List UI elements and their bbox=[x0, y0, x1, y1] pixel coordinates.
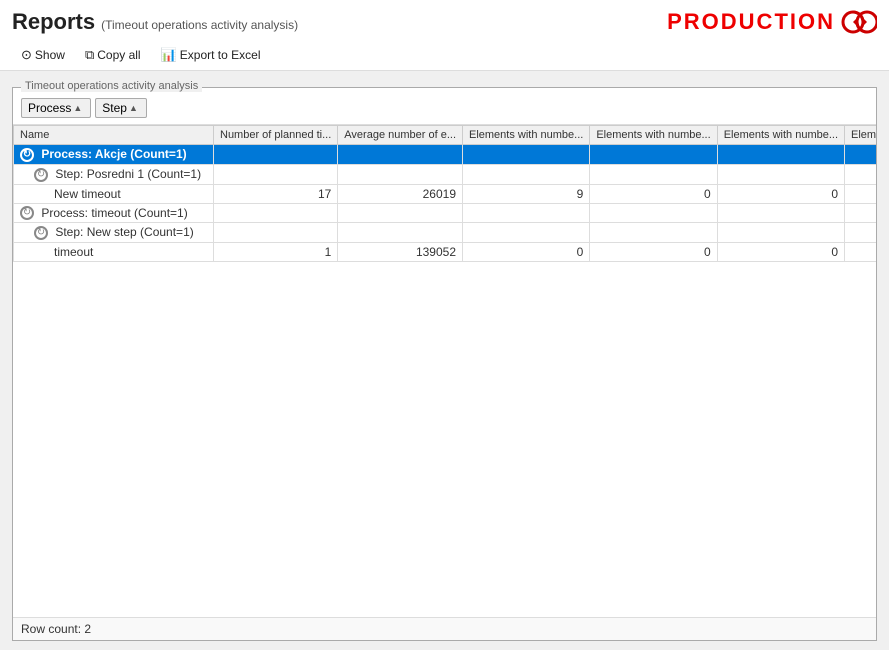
row-val1: 17 bbox=[214, 184, 338, 203]
row-val4 bbox=[590, 223, 717, 243]
row-val6 bbox=[845, 223, 876, 243]
row-val3 bbox=[463, 145, 590, 165]
row-val1 bbox=[214, 203, 338, 223]
row-name: ↻ Step: New step (Count=1) bbox=[14, 223, 214, 243]
header-left: Reports (Timeout operations activity ana… bbox=[12, 9, 298, 35]
export-label: Export to Excel bbox=[180, 48, 261, 62]
footer: Row count: 2 bbox=[13, 617, 876, 640]
row-val1 bbox=[214, 223, 338, 243]
row-val6: 8 bbox=[845, 184, 876, 203]
process-filter-arrow: ▲ bbox=[73, 103, 82, 113]
step-filter-button[interactable]: Step ▲ bbox=[95, 98, 147, 118]
row-name: ↻ Process: timeout (Count=1) bbox=[14, 203, 214, 223]
step-icon: ↻ bbox=[34, 168, 48, 182]
process2-icon: ↻ bbox=[20, 206, 34, 220]
row-val5 bbox=[717, 145, 844, 165]
row-val4 bbox=[590, 203, 717, 223]
export-button[interactable]: 📊 Export to Excel bbox=[152, 44, 270, 66]
col-elem4: Elements with number... bbox=[845, 126, 876, 145]
row-val4: 0 bbox=[590, 243, 717, 262]
row-val1 bbox=[214, 164, 338, 184]
table-row[interactable]: timeout 1 139052 0 0 0 1 bbox=[14, 243, 877, 262]
process-filter-button[interactable]: Process ▲ bbox=[21, 98, 91, 118]
process-icon: ↻ bbox=[20, 148, 34, 162]
row-val3: 0 bbox=[463, 243, 590, 262]
row-val5: 0 bbox=[717, 184, 844, 203]
row-name: New timeout bbox=[14, 184, 214, 203]
data-table: Name Number of planned ti... Average num… bbox=[13, 125, 876, 262]
show-icon: ⊙ bbox=[21, 47, 32, 63]
table-row[interactable]: ↻ Process: Akcje (Count=1) bbox=[14, 145, 877, 165]
row-val3 bbox=[463, 223, 590, 243]
row-val5 bbox=[717, 203, 844, 223]
row-val6 bbox=[845, 145, 876, 165]
row-val2: 139052 bbox=[338, 243, 463, 262]
table-row[interactable]: ↻ Process: timeout (Count=1) bbox=[14, 203, 877, 223]
row-val2: 26019 bbox=[338, 184, 463, 203]
row-val2 bbox=[338, 203, 463, 223]
main-content: Timeout operations activity analysis Pro… bbox=[0, 71, 889, 641]
col-elem2: Elements with numbe... bbox=[590, 126, 717, 145]
row-val5: 0 bbox=[717, 243, 844, 262]
export-icon: 📊 bbox=[161, 47, 177, 63]
logo-icon bbox=[839, 8, 877, 36]
table-row[interactable]: New timeout 17 26019 9 0 0 8 bbox=[14, 184, 877, 203]
toolbar: ⊙ Show ⧉ Copy all 📊 Export to Excel bbox=[0, 40, 889, 71]
row-val4: 0 bbox=[590, 184, 717, 203]
step2-icon: ↻ bbox=[34, 226, 48, 240]
copy-all-label: Copy all bbox=[97, 48, 140, 62]
row-val6 bbox=[845, 203, 876, 223]
row-val1 bbox=[214, 145, 338, 165]
row-val3 bbox=[463, 164, 590, 184]
row-name: ↻ Step: Posredni 1 (Count=1) bbox=[14, 164, 214, 184]
row-count: Row count: 2 bbox=[21, 622, 91, 636]
row-val3 bbox=[463, 203, 590, 223]
page-title: Reports bbox=[12, 9, 95, 35]
col-name: Name bbox=[14, 126, 214, 145]
table-row[interactable]: ↻ Step: Posredni 1 (Count=1) bbox=[14, 164, 877, 184]
panel-title: Timeout operations activity analysis bbox=[21, 80, 202, 92]
row-val2 bbox=[338, 164, 463, 184]
row-val6 bbox=[845, 164, 876, 184]
col-planned: Number of planned ti... bbox=[214, 126, 338, 145]
show-button[interactable]: ⊙ Show bbox=[12, 44, 74, 66]
col-elem1: Elements with numbe... bbox=[463, 126, 590, 145]
col-elem3: Elements with numbe... bbox=[717, 126, 844, 145]
process-filter-label: Process bbox=[28, 101, 71, 115]
filter-bar: Process ▲ Step ▲ bbox=[13, 92, 876, 125]
copy-icon: ⧉ bbox=[85, 47, 94, 63]
step-filter-label: Step bbox=[102, 101, 127, 115]
table-container: Name Number of planned ti... Average num… bbox=[13, 125, 876, 617]
row-name: ↻ Process: Akcje (Count=1) bbox=[14, 145, 214, 165]
row-val4 bbox=[590, 164, 717, 184]
row-val2 bbox=[338, 223, 463, 243]
row-val5 bbox=[717, 223, 844, 243]
table-header-row: Name Number of planned ti... Average num… bbox=[14, 126, 877, 145]
row-val1: 1 bbox=[214, 243, 338, 262]
col-avg: Average number of e... bbox=[338, 126, 463, 145]
table-row[interactable]: ↻ Step: New step (Count=1) bbox=[14, 223, 877, 243]
step-filter-arrow: ▲ bbox=[129, 103, 138, 113]
row-val5 bbox=[717, 164, 844, 184]
row-name: timeout bbox=[14, 243, 214, 262]
row-val6: 1 bbox=[845, 243, 876, 262]
row-val3: 9 bbox=[463, 184, 590, 203]
panel: Timeout operations activity analysis Pro… bbox=[12, 87, 877, 641]
page-subtitle: (Timeout operations activity analysis) bbox=[101, 18, 298, 32]
header-logo: PRODUCTION bbox=[667, 8, 877, 36]
row-val4 bbox=[590, 145, 717, 165]
header: Reports (Timeout operations activity ana… bbox=[0, 0, 889, 40]
logo-text: PRODUCTION bbox=[667, 9, 835, 35]
row-val2 bbox=[338, 145, 463, 165]
copy-all-button[interactable]: ⧉ Copy all bbox=[76, 44, 150, 66]
show-label: Show bbox=[35, 48, 65, 62]
